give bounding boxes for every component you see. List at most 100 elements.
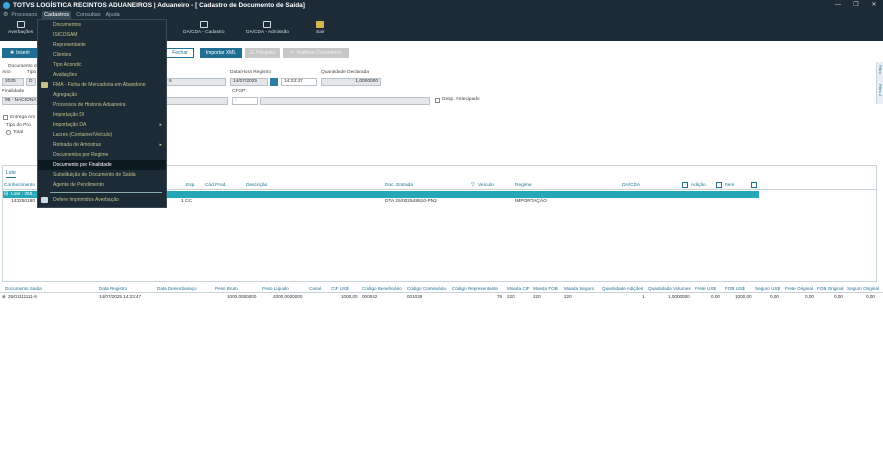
col-codigo-comissaria[interactable]: Código Comissária	[407, 286, 446, 291]
total-radio[interactable]	[6, 130, 11, 135]
cfop-label: CFOP:	[232, 89, 247, 94]
col-moeda-fob[interactable]: Moeda FOB	[533, 286, 558, 291]
menu-item-documento-por-finalidade[interactable]: Documento por Finalidade	[38, 160, 166, 170]
menu-item-importacao-di[interactable]: Importação DI	[38, 110, 166, 120]
col-fob-us[interactable]: FOB US$	[725, 286, 745, 291]
col-adicao[interactable]: Adição	[691, 183, 706, 188]
menu-item-tipo-acondic[interactable]: Tipo Acondic	[38, 60, 166, 70]
col-doc-entrada[interactable]: Doc. Entrada	[385, 183, 413, 188]
menu-item-agregacao[interactable]: Agregação	[38, 90, 166, 100]
col-seguro-us[interactable]: Seguro US$	[755, 286, 780, 291]
ano-field[interactable]: 2025	[2, 78, 24, 86]
entrega-checkbox[interactable]	[3, 115, 8, 120]
menu-item-documentos[interactable]: Documentos	[38, 20, 166, 30]
col-regime[interactable]: Regime	[515, 183, 532, 188]
menu-item-processos-historia[interactable]: Processos de Historia Aduaneira	[38, 100, 166, 110]
col-da-cda[interactable]: DA/CDA	[622, 183, 640, 188]
menu-item-lacres[interactable]: Lacres (Container/Veículo)	[38, 130, 166, 140]
col-cod-prod[interactable]: Cód.Prod.	[205, 183, 227, 188]
cell-doc-entrada: DTA 25/002549510-PN2	[385, 199, 437, 204]
data-registro-label: Data/Hora Registro	[230, 70, 272, 75]
filter-icon[interactable]: ▽	[471, 183, 475, 188]
side-tab-filtro[interactable]: Filtro	[878, 65, 883, 74]
menu-item-retirada-amostras[interactable]: Retirada de Amostras ▸	[38, 140, 166, 150]
close-button[interactable]: ✕	[865, 0, 883, 10]
col-da-cda-filter-button[interactable]	[682, 182, 688, 188]
menu-item-agente[interactable]: Agente de Pendimento	[38, 180, 166, 190]
calendar-icon[interactable]	[270, 78, 278, 86]
menu-item-isicosam[interactable]: ISICOSAM	[38, 30, 166, 40]
notificar-documento-button[interactable]: ✎ Notificar Documento	[283, 48, 349, 58]
col-seguro-original[interactable]: Seguro Original	[847, 286, 879, 291]
import-xml-button[interactable]: Importar XML	[200, 48, 242, 58]
col-codigo-beneficiario[interactable]: Código Beneficiário	[362, 286, 402, 291]
col-data-registro[interactable]: Data Registro	[99, 286, 127, 291]
menu-item-representante[interactable]: Representante	[38, 40, 166, 50]
table-row[interactable]: ⊕ 25/01111111-9 14/07/2025 14:23:47 1000…	[0, 294, 883, 301]
col-peso-liquido[interactable]: Peso Líquido	[262, 286, 289, 291]
col-codigo-representante[interactable]: Código Representante	[452, 286, 498, 291]
col-frete-original[interactable]: Frete Original	[785, 286, 813, 291]
col-fob-original[interactable]: FOB Original	[817, 286, 844, 291]
finalidade-select[interactable]	[166, 97, 228, 105]
menu-item-fma[interactable]: FMA - Ficha de Mercadoria em Abandono	[38, 80, 166, 90]
da-cda-cadastro-button[interactable]: DA/CDA - Cadastro	[183, 21, 225, 35]
insert-button[interactable]: ✚ Inserir	[2, 48, 38, 58]
collapse-icon[interactable]: ⊟	[4, 191, 8, 198]
documento-number-field[interactable]: 6	[166, 78, 226, 86]
averbacoes-button[interactable]: Averbações	[8, 21, 33, 35]
col-quantidade-volumes[interactable]: Quantidade Volumes	[648, 286, 691, 291]
col-item[interactable]: Item	[725, 183, 734, 188]
sair-button[interactable]: Sair	[316, 21, 325, 35]
menu-item-defere-imprimidos[interactable]: Defere Imprimidos Averbação	[38, 195, 166, 205]
print-icon	[41, 197, 48, 203]
col-esp[interactable]: Esp.	[186, 183, 196, 188]
total-label: Total	[13, 130, 24, 135]
col-veiculo[interactable]: Veículo	[478, 183, 494, 188]
menu-consultas[interactable]: Consultas	[76, 12, 100, 18]
fechar-button[interactable]: Fechar	[166, 48, 194, 58]
col-adicao-filter-button[interactable]	[716, 182, 722, 188]
cell-quantidade-adicoes: 1	[642, 294, 645, 299]
col-cif-us[interactable]: CIF US$	[331, 286, 349, 291]
cell-frete-us: 0,00	[711, 294, 720, 299]
quantidade-declarada-field[interactable]: 1,0000000	[321, 78, 381, 86]
col-moeda-cif[interactable]: Moeda CIF	[507, 286, 530, 291]
desp-antecipado-checkbox[interactable]	[435, 98, 440, 103]
minimize-button[interactable]: —	[829, 0, 847, 10]
col-frete-us[interactable]: Frete US$	[695, 286, 716, 291]
data-registro-field[interactable]: 14/07/2025	[230, 78, 268, 86]
maximize-button[interactable]: ❐	[847, 0, 865, 10]
finalidade-field[interactable]: 99 - NACIONA	[2, 97, 38, 105]
col-conhecimento[interactable]: Conhecimento	[4, 183, 35, 188]
finalidade-label: Finalidade	[2, 89, 25, 94]
col-peso-bruto[interactable]: Peso Bruto	[215, 286, 238, 291]
col-quantidade-adicoes[interactable]: Quantidade Adições	[602, 286, 643, 291]
menu-cadastros[interactable]: Cadastros	[42, 10, 72, 19]
side-tab-filtro-2[interactable]: Filtro 2	[878, 84, 883, 96]
col-canal[interactable]: Canal	[309, 286, 321, 291]
col-item-filter-button[interactable]	[751, 182, 757, 188]
menu-processos[interactable]: Processos	[11, 12, 37, 18]
col-descricao[interactable]: Descrição	[246, 183, 267, 188]
hora-registro-field[interactable]: 14:23:47	[281, 78, 317, 86]
col-moeda-seguro[interactable]: Moeda Seguro	[564, 286, 594, 291]
col-data-desembaraco[interactable]: Data Desembaraço	[157, 286, 197, 291]
tab-lote[interactable]: Lote	[6, 170, 16, 178]
menu-item-substituicao-documento[interactable]: Substituição de Documento de Saída	[38, 170, 166, 180]
pesquisa-button[interactable]: ☰ Pêsguito	[245, 48, 280, 58]
expand-icon[interactable]: ⊕	[2, 294, 6, 300]
col-documento-saida[interactable]: Documento Saída	[5, 286, 42, 291]
menu-item-avaliacoes[interactable]: Avaliações	[38, 70, 166, 80]
menu-ajuda[interactable]: Ajuda	[106, 12, 120, 18]
submenu-arrow-icon: ▸	[159, 122, 162, 128]
menu-item-documentos-por-regime[interactable]: Documentos por Regime	[38, 150, 166, 160]
list-icon: ☰	[249, 50, 254, 56]
da-cda-admissao-button[interactable]: DA/CDA - Admissão	[246, 21, 289, 35]
settings-icon[interactable]: ⚙	[3, 11, 8, 18]
cfop-field[interactable]: -	[232, 97, 258, 105]
menu-item-importacao-da[interactable]: Importação DA ▸	[38, 120, 166, 130]
tipo-field[interactable]: D	[26, 78, 36, 86]
fma-icon	[41, 82, 48, 88]
menu-item-clientes[interactable]: Clientes	[38, 50, 166, 60]
